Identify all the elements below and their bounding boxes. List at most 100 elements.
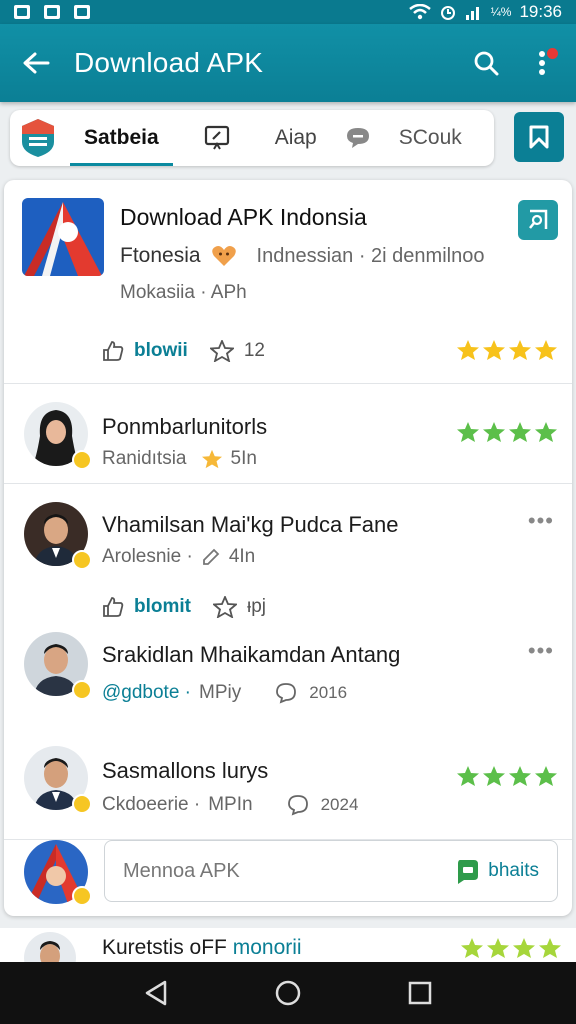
search-icon <box>474 51 499 76</box>
more-vert-icon <box>539 51 545 75</box>
star-icon <box>457 422 479 442</box>
tab-chat[interactable] <box>331 110 385 166</box>
chat-icon <box>458 860 479 884</box>
post-size: MPiy <box>199 682 242 703</box>
featured-app-card[interactable]: Download APK Indonsia Ftonesia Indnessia… <box>4 180 572 384</box>
post-source: Ranidıtsia <box>102 448 187 469</box>
more-options-button[interactable]: ••• <box>528 638 554 664</box>
tab-label: Aiap <box>274 126 317 149</box>
rating-stars <box>456 338 558 362</box>
app-category: Ftonesia <box>120 244 201 267</box>
star-icon <box>487 938 509 958</box>
post-size: 4In <box>228 546 256 567</box>
alarm-icon <box>440 6 455 20</box>
star-icon <box>201 449 222 469</box>
post-meta: Ckdoeerie · MPIn 2024 <box>102 794 358 816</box>
more-options-button[interactable]: ••• <box>528 508 554 534</box>
emoji-badge <box>72 450 92 470</box>
emoji-badge <box>72 886 92 906</box>
rating-stars <box>456 764 558 788</box>
post-meta: @gdbote · MPiy 2016 <box>102 682 347 704</box>
star-icon <box>461 938 483 958</box>
tab-satbeia[interactable]: Satbeia <box>70 110 173 166</box>
post-source: Ckdoeerie · <box>102 794 201 815</box>
post-handle-link[interactable]: @gdbote · <box>102 682 191 704</box>
star-icon <box>483 340 505 360</box>
open-app-button[interactable] <box>518 200 558 240</box>
post-meta: Arolesnie · 4In <box>102 546 255 568</box>
notification-dot <box>547 48 558 59</box>
back-button[interactable] <box>16 43 56 83</box>
post-author: Ponmbarlunitorls <box>102 414 268 439</box>
arrow-left-icon <box>23 52 50 74</box>
star-icon <box>509 422 531 442</box>
star-icon <box>535 340 557 360</box>
list-item[interactable]: Sasmallons lurys Ckdoeerie · MPIn 2024 <box>4 728 572 840</box>
post-size: 5In <box>230 448 257 469</box>
battery-percent: ¼% <box>490 5 512 19</box>
chat-button[interactable]: bhaits <box>454 858 539 884</box>
thumbs-up-icon[interactable] <box>102 596 124 618</box>
star-icon <box>457 340 479 360</box>
tab-aiap[interactable]: Aiap <box>261 110 331 166</box>
emoji-badge <box>72 680 92 700</box>
app-language: Indnessian · 2i denmilnoo <box>256 244 485 267</box>
list-item-peek[interactable]: Kuretstis oFF monorii <box>0 928 576 964</box>
nav-home-button[interactable] <box>268 973 308 1013</box>
tab-strip: Satbeia Aiap SCouk <box>10 110 494 166</box>
comment-count: 2016 <box>309 683 348 702</box>
app-title: Download APK Indonsia <box>120 204 367 230</box>
like-label[interactable]: blomit <box>134 596 191 618</box>
list-item[interactable]: Ponmbarlunitorls Ranidıtsia 5In <box>4 384 572 484</box>
notification-icon <box>44 5 60 19</box>
star-icon <box>483 422 505 442</box>
post-author: Kuretstis oFF monorii <box>102 936 302 960</box>
chat-bubble-icon <box>346 128 369 148</box>
like-label[interactable]: blowii <box>134 340 188 362</box>
edit-board-icon <box>204 125 229 150</box>
list-item[interactable]: Vhamilsan Mai'kg Pudca Fane Arolesnie · … <box>4 484 572 628</box>
star-icon <box>509 766 531 786</box>
tab-scouk[interactable]: SCouk <box>385 110 476 166</box>
search-button[interactable] <box>468 45 504 81</box>
overflow-menu-button[interactable] <box>524 45 560 81</box>
nav-back-button[interactable] <box>136 973 176 1013</box>
wifi-icon <box>408 4 431 20</box>
post-source: Arolesnie · <box>102 546 193 567</box>
page-title: Download APK <box>74 47 264 78</box>
edit-icon <box>202 548 220 565</box>
star-outline-icon[interactable] <box>209 340 234 362</box>
message-placeholder: Mennoa APK <box>123 859 240 882</box>
post-author: Vhamilsan Mai'kg Pudca Fane <box>102 512 399 537</box>
rating-stars <box>460 936 562 960</box>
signal-icon <box>465 7 479 20</box>
comment-icon <box>276 683 297 704</box>
nav-recents-button[interactable] <box>400 973 440 1013</box>
bookmark-button[interactable] <box>514 112 564 162</box>
tab-edit[interactable] <box>173 110 261 166</box>
triangle-back-icon <box>145 980 167 1006</box>
message-input[interactable]: Mennoa APK bhaits <box>104 840 558 902</box>
peek-author-name: Kuretstis oFF <box>102 936 227 959</box>
rating-stars <box>456 420 558 444</box>
list-item[interactable]: Srakidlan Mhaikamdan Antang @gdbote · MP… <box>4 628 572 728</box>
emoji-badge <box>72 794 92 814</box>
post-author: Sasmallons lurys <box>102 758 269 783</box>
chat-button-label: bhaits <box>488 860 539 881</box>
post-author: Srakidlan Mhaikamdan Antang <box>102 642 401 667</box>
heart-emoji-icon <box>211 246 236 266</box>
tab-label: SCouk <box>398 126 462 149</box>
reaction-bar: blowii 12 <box>102 340 265 362</box>
thumbs-up-icon[interactable] <box>102 340 124 362</box>
star-icon <box>483 766 505 786</box>
star-count: 12 <box>243 340 265 361</box>
peek-author-link[interactable]: monorii <box>233 936 302 959</box>
status-bar: ¼% 19:36 <box>0 0 576 24</box>
circle-home-icon <box>275 980 301 1006</box>
star-outline-icon[interactable] <box>213 596 237 618</box>
star-icon <box>509 340 531 360</box>
notification-icon <box>14 5 30 19</box>
square-recents-icon <box>408 981 432 1005</box>
star-icon <box>457 766 479 786</box>
app-bar: Download APK <box>0 24 576 102</box>
